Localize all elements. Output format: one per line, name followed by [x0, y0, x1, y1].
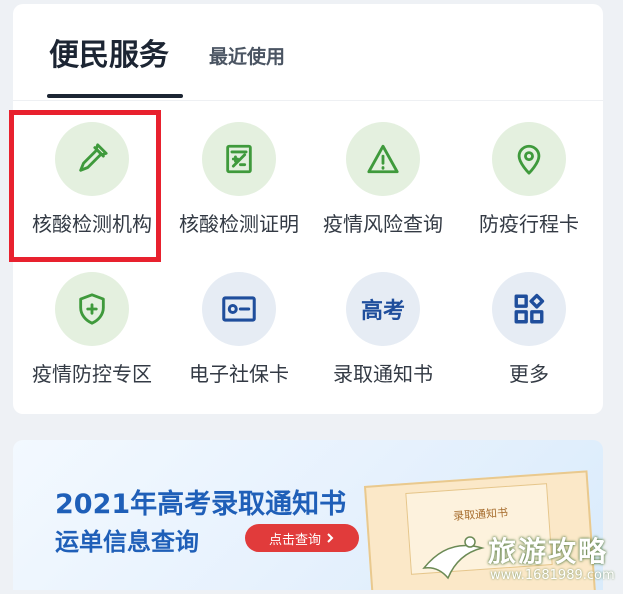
- gaokao-icon-text: 高考: [360, 299, 405, 324]
- query-button[interactable]: 点击查询: [245, 524, 359, 552]
- service-label: 录取通知书: [333, 362, 433, 386]
- banner-title: 2021年高考录取通知书: [55, 489, 347, 520]
- service-epidemic-risk-query[interactable]: 疫情风险查询: [309, 122, 457, 237]
- service-social-security-card[interactable]: 电子社保卡: [165, 272, 313, 387]
- service-label: 防疫行程卡: [479, 212, 579, 236]
- service-admission-letter[interactable]: 高考 录取通知书: [309, 272, 457, 387]
- chevron-right-icon: [327, 533, 334, 543]
- tab-convenience-services[interactable]: 便民服务: [49, 30, 169, 74]
- tab-recently-used[interactable]: 最近使用: [209, 42, 285, 69]
- certificate-icon: [202, 122, 276, 196]
- warning-icon: [346, 122, 420, 196]
- service-label: 更多: [509, 362, 549, 386]
- watermark-url: www.1681989.com: [490, 568, 615, 583]
- service-more[interactable]: 更多: [455, 272, 603, 387]
- highlight-box: [9, 110, 161, 262]
- service-label: 疫情防控专区: [32, 362, 152, 386]
- active-tab-indicator: [47, 94, 183, 98]
- service-travel-card[interactable]: 防疫行程卡: [455, 122, 603, 237]
- service-label: 核酸检测证明: [179, 212, 299, 236]
- tab-bar: 便民服务 最近使用: [13, 4, 603, 101]
- service-nucleic-test-certificate[interactable]: 核酸检测证明: [165, 122, 313, 237]
- service-label: 电子社保卡: [189, 362, 289, 386]
- service-epidemic-prevention-zone[interactable]: 疫情防控专区: [18, 272, 166, 387]
- query-button-label: 点击查询: [268, 532, 321, 548]
- gaokao-icon: 高考: [346, 272, 420, 346]
- grid-icon: [492, 272, 566, 346]
- watermark-text: 旅游攻略: [488, 535, 609, 568]
- shield-plus-icon: [55, 272, 129, 346]
- id-card-icon: [202, 272, 276, 346]
- banner-subtitle: 运单信息查询: [55, 528, 199, 556]
- service-label: 疫情风险查询: [323, 212, 443, 236]
- location-pin-icon: [492, 122, 566, 196]
